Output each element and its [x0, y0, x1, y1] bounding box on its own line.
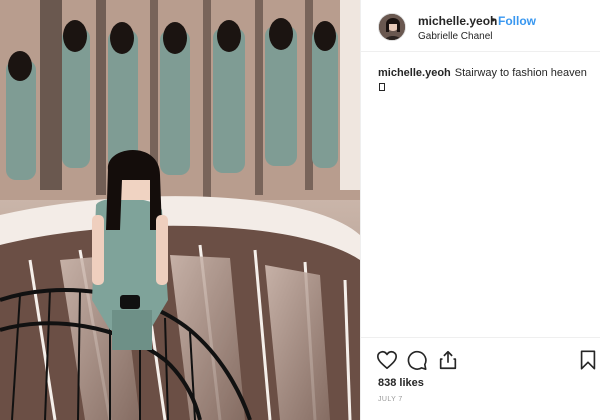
caption-text: Stairway to fashion heaven: [454, 67, 587, 79]
post-sidebar: michelle.yeoh • Follow Gabrielle Chanel …: [360, 0, 600, 420]
heart-icon: [377, 350, 397, 370]
comment-button[interactable]: [406, 349, 428, 371]
location-link[interactable]: Gabrielle Chanel: [418, 31, 493, 42]
share-icon: [439, 350, 457, 370]
staircase-mirror-image: [0, 0, 360, 420]
like-button[interactable]: [376, 349, 398, 371]
follow-button[interactable]: Follow: [498, 14, 536, 28]
save-button[interactable]: [577, 349, 599, 371]
comment-bubble-icon: [407, 350, 427, 370]
likes-count[interactable]: 838 likes: [378, 377, 424, 389]
separator-dot: •: [491, 13, 496, 27]
avatar[interactable]: [378, 13, 406, 41]
caption-username-link[interactable]: michelle.yeoh: [378, 67, 451, 79]
action-bar: 838 likes JULY 7: [361, 337, 600, 420]
post-photo[interactable]: [0, 0, 360, 420]
instagram-post: michelle.yeoh • Follow Gabrielle Chanel …: [0, 0, 600, 420]
avatar-photo-icon: [379, 14, 405, 40]
post-header: michelle.yeoh • Follow Gabrielle Chanel: [361, 0, 600, 52]
bookmark-icon: [580, 350, 596, 370]
share-button[interactable]: [437, 349, 459, 371]
post-caption: michelle.yeoh Stairway to fashion heaven: [378, 66, 593, 91]
username-link[interactable]: michelle.yeoh: [418, 14, 497, 28]
missing-glyph-icon: [379, 83, 385, 91]
post-date[interactable]: JULY 7: [378, 396, 403, 403]
